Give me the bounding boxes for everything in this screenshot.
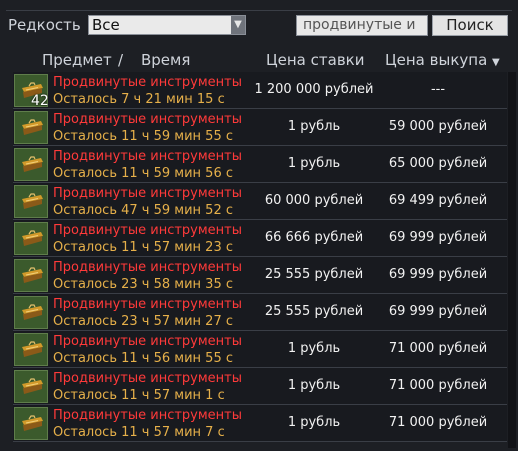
buyout-price: 71 000 рублей bbox=[388, 415, 488, 430]
bid-price: 25 555 рублей bbox=[264, 267, 364, 282]
toolbox-icon[interactable] bbox=[14, 185, 48, 218]
toolbox-icon[interactable] bbox=[14, 222, 48, 255]
rarity-dropdown-value: Все bbox=[92, 16, 120, 34]
item-name: Продвинутые инструменты bbox=[53, 297, 242, 312]
item-name: Продвинутые инструменты bbox=[53, 260, 242, 275]
bid-price: 60 000 рублей bbox=[264, 193, 364, 208]
sort-down-icon: ▼ bbox=[492, 57, 500, 68]
search-input[interactable]: продвинутые и bbox=[296, 15, 428, 36]
header-item[interactable]: Предмет bbox=[42, 51, 112, 69]
table-row[interactable]: Продвинутые инструменты Осталось 11 ч 56 … bbox=[13, 331, 507, 368]
toolbox-icon[interactable] bbox=[14, 296, 48, 329]
header-buyout[interactable]: Цена выкупа ▼ bbox=[385, 51, 500, 69]
buyout-price: 71 000 рублей bbox=[388, 341, 488, 356]
header-time[interactable]: Время bbox=[141, 51, 190, 69]
time-left: Осталось 11 ч 59 мин 56 с bbox=[53, 166, 233, 181]
bid-price: 1 200 000 рублей bbox=[254, 82, 374, 97]
table-row[interactable]: Продвинутые инструменты Осталось 11 ч 57 … bbox=[13, 368, 507, 405]
buyout-price: 71 000 рублей bbox=[388, 378, 488, 393]
auction-window: Редкость Все ▼ продвинутые и Поиск Предм… bbox=[0, 0, 518, 451]
bid-price: 1 рубль bbox=[287, 341, 341, 356]
buyout-price: 59 000 рублей bbox=[388, 119, 488, 134]
scrollbar[interactable] bbox=[508, 72, 516, 448]
toolbox-icon[interactable] bbox=[14, 370, 48, 403]
rarity-dropdown[interactable]: Все ▼ bbox=[88, 15, 246, 35]
toolbox-icon[interactable] bbox=[14, 111, 48, 144]
table-row[interactable]: Продвинутые инструменты Осталось 11 ч 57 … bbox=[13, 405, 507, 442]
time-left: Осталось 11 ч 57 мин 7 с bbox=[53, 425, 225, 440]
time-left: Осталось 11 ч 59 мин 55 с bbox=[53, 129, 233, 144]
bid-price: 1 рубль bbox=[287, 415, 341, 430]
time-left: Осталось 11 ч 57 мин 23 с bbox=[53, 240, 233, 255]
toolbox-icon[interactable] bbox=[14, 259, 48, 292]
search-button[interactable]: Поиск bbox=[432, 15, 508, 36]
buyout-price: 69 999 рублей bbox=[388, 230, 488, 245]
buyout-price: 69 999 рублей bbox=[388, 267, 488, 282]
rarity-label: Редкость bbox=[8, 16, 81, 34]
table-row[interactable]: Продвинутые инструменты Осталось 11 ч 57 … bbox=[13, 220, 507, 257]
time-left: Осталось 7 ч 21 мин 15 с bbox=[53, 92, 225, 107]
item-name: Продвинутые инструменты bbox=[53, 334, 242, 349]
time-left: Осталось 47 ч 59 мин 52 с bbox=[53, 203, 233, 218]
header-bid[interactable]: Цена ставки bbox=[266, 51, 364, 69]
item-name: Продвинутые инструменты bbox=[53, 112, 242, 127]
item-name: Продвинутые инструменты bbox=[53, 75, 242, 90]
item-name: Продвинутые инструменты bbox=[53, 149, 242, 164]
bid-price: 25 555 рублей bbox=[264, 304, 364, 319]
table-row[interactable]: Продвинутые инструменты Осталось 47 ч 59 … bbox=[13, 183, 507, 220]
time-left: Осталось 11 ч 57 мин 1 с bbox=[53, 388, 225, 403]
table-row[interactable]: Продвинутые инструменты Осталось 11 ч 59 … bbox=[13, 109, 507, 146]
table-row[interactable]: Продвинутые инструменты Осталось 23 ч 58 … bbox=[13, 257, 507, 294]
buyout-price: 69 499 рублей bbox=[388, 193, 488, 208]
auction-list: 42 Продвинутые инструменты Осталось 7 ч 21… bbox=[13, 72, 507, 448]
buyout-price: 65 000 рублей bbox=[388, 156, 488, 171]
buyout-price: --- bbox=[430, 82, 446, 97]
toolbox-icon[interactable]: 42 bbox=[14, 74, 49, 109]
chevron-down-icon[interactable]: ▼ bbox=[231, 16, 245, 34]
time-left: Осталось 23 ч 58 мин 35 с bbox=[53, 277, 233, 292]
bid-price: 1 рубль bbox=[287, 378, 341, 393]
time-left: Осталось 23 ч 57 мин 27 с bbox=[53, 314, 233, 329]
table-row[interactable]: 42 Продвинутые инструменты Осталось 7 ч 21… bbox=[13, 72, 507, 109]
table-row[interactable]: Продвинутые инструменты Осталось 23 ч 57 … bbox=[13, 294, 507, 331]
time-left: Осталось 11 ч 56 мин 55 с bbox=[53, 351, 233, 366]
item-name: Продвинутые инструменты bbox=[53, 223, 242, 238]
bid-price: 1 рубль bbox=[287, 119, 341, 134]
toolbox-icon[interactable] bbox=[14, 407, 48, 440]
buyout-price: 69 999 рублей bbox=[388, 304, 488, 319]
table-row[interactable]: Продвинутые инструменты Осталось 11 ч 59 … bbox=[13, 146, 507, 183]
item-count: 42 bbox=[31, 93, 49, 109]
table-header: Предмет / Время Цена ставки Цена выкупа … bbox=[8, 51, 508, 71]
item-name: Продвинутые инструменты bbox=[53, 408, 242, 423]
header-divider: / bbox=[118, 51, 124, 69]
bid-price: 1 рубль bbox=[287, 156, 341, 171]
item-name: Продвинутые инструменты bbox=[53, 371, 242, 386]
bid-price: 66 666 рублей bbox=[264, 230, 364, 245]
header-buyout-label: Цена выкупа bbox=[385, 51, 488, 69]
toolbox-icon[interactable] bbox=[14, 148, 48, 181]
item-name: Продвинутые инструменты bbox=[53, 186, 242, 201]
toolbox-icon[interactable] bbox=[14, 333, 48, 366]
